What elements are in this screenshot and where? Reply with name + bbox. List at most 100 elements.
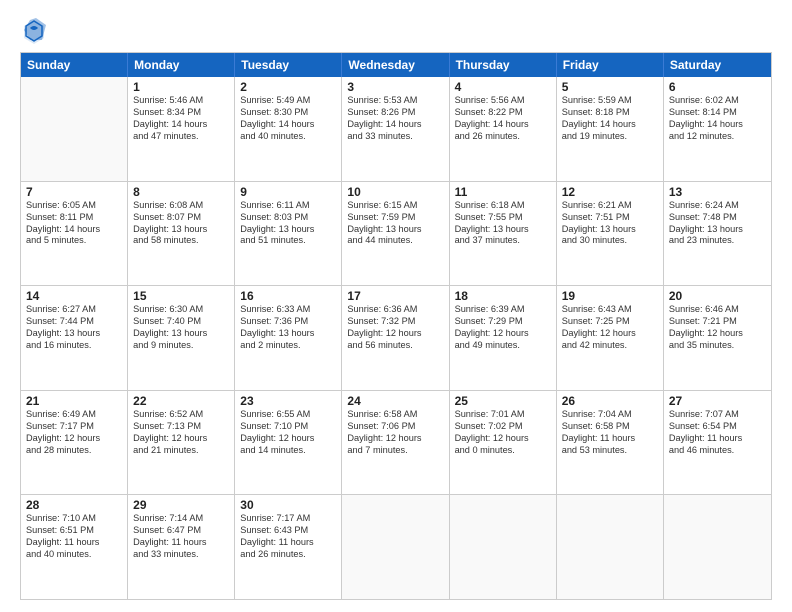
day-number: 19 (562, 289, 658, 303)
day-cell-30: 30Sunrise: 7:17 AMSunset: 6:43 PMDayligh… (235, 495, 342, 599)
cell-info-line: and 46 minutes. (669, 445, 766, 457)
cell-info-line: Sunrise: 7:01 AM (455, 409, 551, 421)
day-cell-11: 11Sunrise: 6:18 AMSunset: 7:55 PMDayligh… (450, 182, 557, 286)
cell-info-line: Sunset: 7:25 PM (562, 316, 658, 328)
cell-info-line: Daylight: 13 hours (133, 224, 229, 236)
cell-info-line: and 26 minutes. (240, 549, 336, 561)
day-cell-4: 4Sunrise: 5:56 AMSunset: 8:22 PMDaylight… (450, 77, 557, 181)
cell-info-line: and 37 minutes. (455, 235, 551, 247)
day-number: 24 (347, 394, 443, 408)
day-cell-13: 13Sunrise: 6:24 AMSunset: 7:48 PMDayligh… (664, 182, 771, 286)
cell-info-line: and 53 minutes. (562, 445, 658, 457)
cell-info-line: Daylight: 12 hours (347, 328, 443, 340)
day-cell-22: 22Sunrise: 6:52 AMSunset: 7:13 PMDayligh… (128, 391, 235, 495)
cell-info-line: Sunset: 7:55 PM (455, 212, 551, 224)
cell-info-line: Daylight: 11 hours (133, 537, 229, 549)
cell-info-line: Daylight: 13 hours (455, 224, 551, 236)
cell-info-line: Daylight: 12 hours (455, 433, 551, 445)
cell-info-line: Sunset: 8:30 PM (240, 107, 336, 119)
cell-info-line: and 33 minutes. (347, 131, 443, 143)
cell-info-line: Sunset: 6:54 PM (669, 421, 766, 433)
day-number: 20 (669, 289, 766, 303)
day-number: 12 (562, 185, 658, 199)
calendar-row-4: 28Sunrise: 7:10 AMSunset: 6:51 PMDayligh… (21, 495, 771, 599)
calendar-row-3: 21Sunrise: 6:49 AMSunset: 7:17 PMDayligh… (21, 391, 771, 496)
cell-info-line: Sunrise: 6:33 AM (240, 304, 336, 316)
cell-info-line: and 2 minutes. (240, 340, 336, 352)
cell-info-line: and 0 minutes. (455, 445, 551, 457)
day-number: 29 (133, 498, 229, 512)
day-number: 10 (347, 185, 443, 199)
weekday-header-friday: Friday (557, 53, 664, 77)
cell-info-line: Daylight: 12 hours (240, 433, 336, 445)
cell-info-line: Sunrise: 7:17 AM (240, 513, 336, 525)
cell-info-line: Daylight: 13 hours (240, 328, 336, 340)
cell-info-line: and 33 minutes. (133, 549, 229, 561)
cell-info-line: Daylight: 14 hours (455, 119, 551, 131)
day-cell-25: 25Sunrise: 7:01 AMSunset: 7:02 PMDayligh… (450, 391, 557, 495)
cell-info-line: and 49 minutes. (455, 340, 551, 352)
day-number: 4 (455, 80, 551, 94)
cell-info-line: Sunset: 6:51 PM (26, 525, 122, 537)
weekday-header-saturday: Saturday (664, 53, 771, 77)
day-cell-8: 8Sunrise: 6:08 AMSunset: 8:07 PMDaylight… (128, 182, 235, 286)
cell-info-line: Sunrise: 6:24 AM (669, 200, 766, 212)
cell-info-line: Daylight: 14 hours (562, 119, 658, 131)
day-cell-18: 18Sunrise: 6:39 AMSunset: 7:29 PMDayligh… (450, 286, 557, 390)
cell-info-line: Daylight: 13 hours (669, 224, 766, 236)
day-cell-21: 21Sunrise: 6:49 AMSunset: 7:17 PMDayligh… (21, 391, 128, 495)
day-number: 2 (240, 80, 336, 94)
weekday-header-thursday: Thursday (450, 53, 557, 77)
cell-info-line: Sunrise: 6:30 AM (133, 304, 229, 316)
cell-info-line: Sunset: 8:14 PM (669, 107, 766, 119)
day-number: 7 (26, 185, 122, 199)
calendar-body: 1Sunrise: 5:46 AMSunset: 8:34 PMDaylight… (21, 77, 771, 599)
cell-info-line: and 42 minutes. (562, 340, 658, 352)
empty-cell-4-4 (450, 495, 557, 599)
day-number: 6 (669, 80, 766, 94)
cell-info-line: Daylight: 12 hours (562, 328, 658, 340)
cell-info-line: Sunset: 7:36 PM (240, 316, 336, 328)
weekday-header-sunday: Sunday (21, 53, 128, 77)
cell-info-line: and 40 minutes. (240, 131, 336, 143)
day-number: 11 (455, 185, 551, 199)
cell-info-line: Daylight: 13 hours (240, 224, 336, 236)
day-cell-19: 19Sunrise: 6:43 AMSunset: 7:25 PMDayligh… (557, 286, 664, 390)
cell-info-line: and 56 minutes. (347, 340, 443, 352)
cell-info-line: Sunrise: 6:11 AM (240, 200, 336, 212)
calendar-row-2: 14Sunrise: 6:27 AMSunset: 7:44 PMDayligh… (21, 286, 771, 391)
cell-info-line: and 12 minutes. (669, 131, 766, 143)
weekday-header-tuesday: Tuesday (235, 53, 342, 77)
cell-info-line: Sunrise: 5:46 AM (133, 95, 229, 107)
cell-info-line: Sunrise: 6:46 AM (669, 304, 766, 316)
cell-info-line: Sunrise: 6:15 AM (347, 200, 443, 212)
day-cell-24: 24Sunrise: 6:58 AMSunset: 7:06 PMDayligh… (342, 391, 449, 495)
day-number: 15 (133, 289, 229, 303)
cell-info-line: and 47 minutes. (133, 131, 229, 143)
day-cell-29: 29Sunrise: 7:14 AMSunset: 6:47 PMDayligh… (128, 495, 235, 599)
cell-info-line: Sunset: 7:29 PM (455, 316, 551, 328)
cell-info-line: Daylight: 11 hours (26, 537, 122, 549)
cell-info-line: Sunset: 8:11 PM (26, 212, 122, 224)
cell-info-line: Sunrise: 6:05 AM (26, 200, 122, 212)
cell-info-line: Sunrise: 6:02 AM (669, 95, 766, 107)
day-cell-16: 16Sunrise: 6:33 AMSunset: 7:36 PMDayligh… (235, 286, 342, 390)
cell-info-line: Daylight: 14 hours (669, 119, 766, 131)
day-number: 14 (26, 289, 122, 303)
cell-info-line: Daylight: 13 hours (133, 328, 229, 340)
cell-info-line: and 28 minutes. (26, 445, 122, 457)
cell-info-line: Sunrise: 6:43 AM (562, 304, 658, 316)
cell-info-line: and 26 minutes. (455, 131, 551, 143)
day-number: 28 (26, 498, 122, 512)
cell-info-line: Daylight: 12 hours (133, 433, 229, 445)
calendar-row-0: 1Sunrise: 5:46 AMSunset: 8:34 PMDaylight… (21, 77, 771, 182)
cell-info-line: Sunrise: 7:14 AM (133, 513, 229, 525)
cell-info-line: Daylight: 14 hours (26, 224, 122, 236)
cell-info-line: Sunset: 7:21 PM (669, 316, 766, 328)
day-number: 21 (26, 394, 122, 408)
day-cell-15: 15Sunrise: 6:30 AMSunset: 7:40 PMDayligh… (128, 286, 235, 390)
cell-info-line: Sunset: 8:26 PM (347, 107, 443, 119)
cell-info-line: Sunset: 7:44 PM (26, 316, 122, 328)
cell-info-line: Sunset: 7:10 PM (240, 421, 336, 433)
cell-info-line: Daylight: 11 hours (240, 537, 336, 549)
